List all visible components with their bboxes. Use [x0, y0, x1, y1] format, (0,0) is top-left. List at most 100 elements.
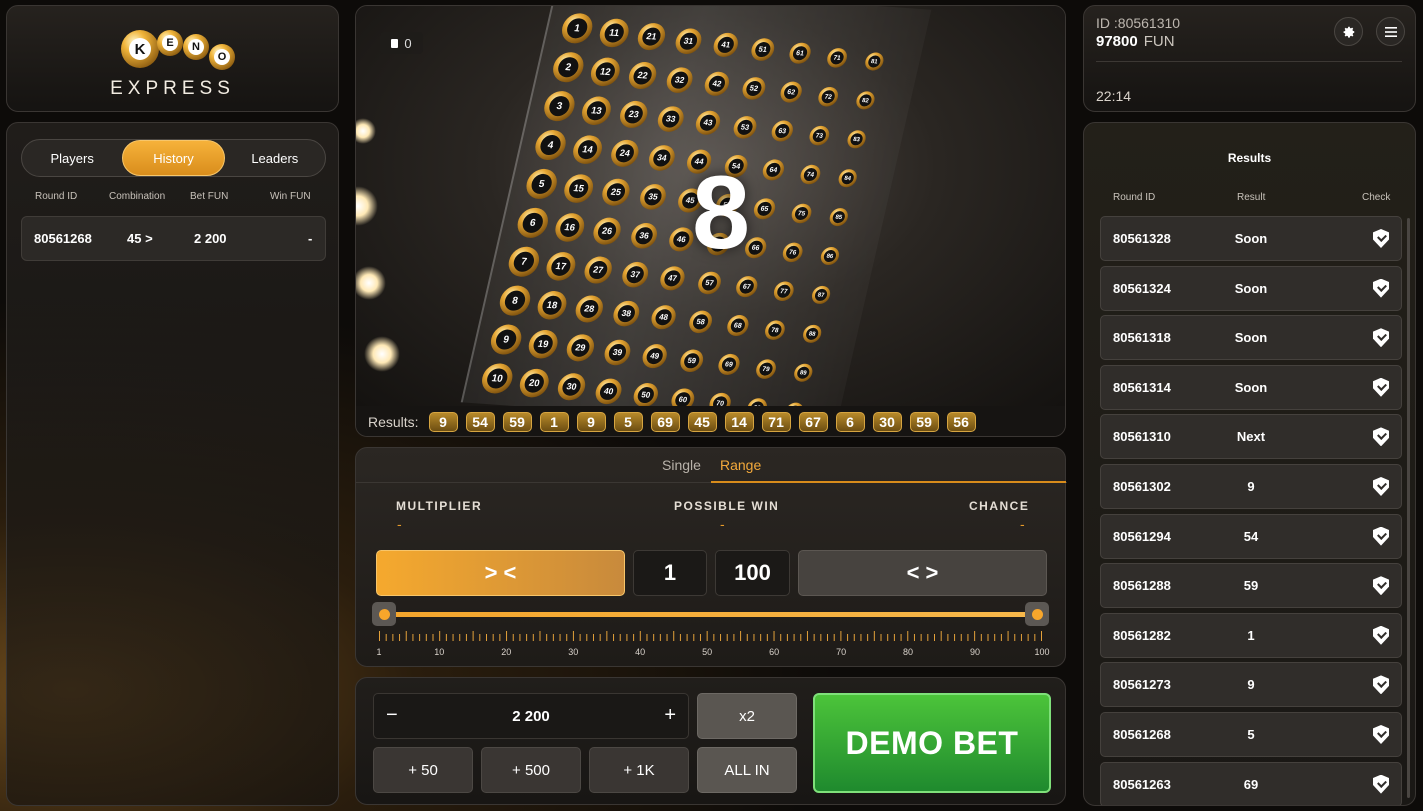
tab-single[interactable]: Single — [662, 457, 701, 473]
result-row[interactable]: 80561314 Soon — [1100, 364, 1402, 410]
tick-label: 80 — [903, 647, 914, 657]
result-round-id: 80561318 — [1113, 330, 1171, 346]
shield-check-icon[interactable] — [1373, 278, 1389, 298]
keno-ball: 50 — [631, 382, 661, 406]
bet-amount-value: 2 200 — [512, 708, 550, 725]
keno-ball: 2 — [550, 51, 587, 84]
demo-bet-button[interactable]: DEMO BET — [813, 693, 1051, 793]
widen-range-button[interactable]: < > — [798, 550, 1047, 596]
result-chip: 5 — [613, 412, 643, 432]
keno-ball: 69 — [716, 353, 742, 376]
clock: 22:14 — [1096, 88, 1132, 104]
column-combination: Combination — [109, 191, 166, 202]
result-round-id: 80561302 — [1113, 479, 1171, 494]
keno-ball: 86 — [819, 246, 841, 266]
result-row[interactable]: 80561328 Soon — [1100, 216, 1402, 261]
result-value: 69 — [1243, 776, 1259, 792]
shield-check-icon[interactable] — [1373, 229, 1389, 248]
shield-check-icon[interactable] — [1373, 328, 1389, 348]
result-row[interactable]: 80561282 1 — [1100, 612, 1402, 658]
bet-action-panel: − 2 200 + + 50 + 500 + 1K x2 ALL IN DEMO… — [355, 677, 1066, 805]
result-row[interactable]: 80561294 54 — [1100, 513, 1402, 559]
logo-ball: O — [209, 44, 235, 70]
keno-ball: 58 — [687, 309, 715, 334]
logo-ball: K — [121, 30, 159, 68]
menu-button[interactable] — [1376, 17, 1405, 46]
add-50-button[interactable]: + 50 — [373, 747, 473, 793]
result-value: 5 — [1247, 727, 1255, 742]
settings-button[interactable] — [1334, 17, 1363, 46]
tab-leaders[interactable]: Leaders — [225, 140, 325, 176]
add-500-button[interactable]: + 500 — [481, 747, 581, 793]
range-min-input[interactable]: 1 — [633, 550, 707, 596]
ticket-counter: 0 — [380, 32, 423, 54]
results-strip: Results: 9 54 59 1 9 5 69 45 14 71 67 6 30 59 56 — [356, 406, 1065, 436]
shield-check-icon[interactable] — [1373, 625, 1389, 645]
chance-value: - — [1020, 516, 1025, 532]
result-chip: 59 — [502, 412, 532, 432]
history-panel: Players History Leaders Round ID Combina… — [6, 122, 339, 806]
table-row[interactable]: 80561268 45 > 2 200 - — [21, 216, 326, 261]
result-row[interactable]: 80561324 Soon — [1100, 265, 1402, 311]
shield-check-icon[interactable] — [1373, 774, 1389, 794]
results-panel: Results Round ID Result Check 80561328 So… — [1083, 122, 1416, 806]
handle-dot — [1031, 608, 1043, 620]
keno-ball: 3 — [541, 90, 578, 123]
result-row[interactable]: 80561273 9 — [1100, 662, 1402, 708]
chance-label: CHANCE — [969, 499, 1030, 513]
results-scrollbar[interactable] — [1407, 218, 1410, 798]
result-row[interactable]: 80561310 Next — [1100, 414, 1402, 460]
result-chip: 1 — [539, 412, 569, 432]
result-row[interactable]: 80561263 69 — [1100, 761, 1402, 805]
row-round-id: 80561268 — [34, 231, 92, 246]
shield-check-icon[interactable] — [1373, 427, 1389, 447]
keno-ball: 15 — [561, 172, 597, 204]
slider-handle-low[interactable] — [372, 602, 396, 626]
double-bet-button[interactable]: x2 — [697, 693, 797, 739]
bet-amount-field[interactable]: − 2 200 + — [373, 693, 689, 739]
tick-label: 30 — [568, 647, 579, 657]
tab-history[interactable]: History — [122, 140, 225, 176]
result-chip: 6 — [835, 412, 865, 432]
draw-stage: 1 2 3 4 5 6 7 8 9 10 11 12 13 14 15 16 17 18 19 20 21 22 23 24 2… — [356, 6, 1065, 406]
shield-check-icon[interactable] — [1373, 675, 1389, 695]
shield-check-icon[interactable] — [1373, 377, 1389, 397]
keno-ball: 87 — [810, 285, 832, 305]
result-row[interactable]: 80561318 Soon — [1100, 315, 1402, 361]
tick-label: 70 — [836, 647, 847, 657]
multiplier-value: - — [397, 516, 402, 532]
result-row[interactable]: 80561288 59 — [1100, 563, 1402, 609]
result-round-id: 80561263 — [1113, 776, 1171, 792]
range-max-input[interactable]: 100 — [715, 550, 790, 596]
shield-check-icon[interactable] — [1373, 526, 1389, 546]
add-1k-button[interactable]: + 1K — [589, 747, 689, 793]
tick-label: 60 — [769, 647, 780, 657]
keno-ball: 77 — [772, 280, 796, 302]
bet-config-panel: Single Range MULTIPLIER - POSSIBLE WIN -… — [355, 447, 1067, 667]
result-chip: 59 — [909, 412, 939, 432]
tab-players[interactable]: Players — [22, 140, 122, 176]
keno-ball: 35 — [637, 182, 669, 210]
range-slider-track[interactable] — [378, 612, 1044, 617]
result-row[interactable]: 80561268 5 — [1100, 712, 1402, 757]
history-tabs: Players History Leaders — [21, 139, 326, 177]
keno-ball: 41 — [711, 32, 741, 58]
shield-check-icon[interactable] — [1373, 576, 1389, 596]
keno-ball: 19 — [525, 328, 561, 359]
increase-bet-button[interactable]: + — [664, 704, 676, 727]
shield-check-icon[interactable] — [1373, 477, 1389, 496]
keno-ball: 72 — [816, 85, 841, 107]
column-win: Win FUN — [270, 191, 311, 202]
tab-range[interactable]: Range — [720, 457, 761, 473]
shield-check-icon[interactable] — [1373, 725, 1389, 744]
result-row[interactable]: 80561302 9 — [1100, 464, 1402, 509]
keno-ball: 12 — [588, 56, 623, 87]
slider-handle-high[interactable] — [1025, 602, 1049, 626]
result-chip: 71 — [761, 412, 791, 432]
result-value: Soon — [1234, 379, 1268, 395]
keno-ball: 7 — [505, 245, 543, 278]
keno-ball: 32 — [664, 66, 696, 94]
keno-ball: 25 — [599, 177, 633, 207]
narrow-range-button[interactable]: > < — [376, 550, 625, 596]
all-in-button[interactable]: ALL IN — [697, 747, 797, 793]
